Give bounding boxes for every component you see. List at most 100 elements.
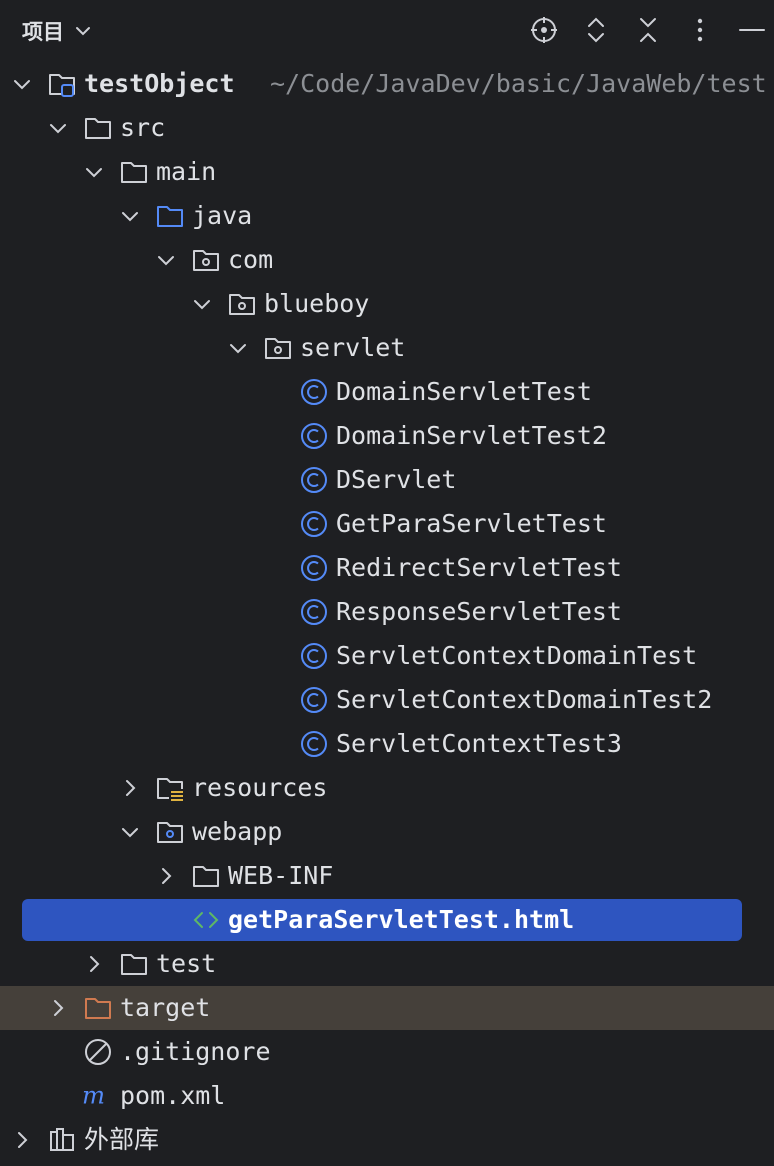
tree-node-servlet[interactable]: servlet [0,326,774,370]
tree-label-test: test [156,949,217,978]
resources-folder-icon [157,778,183,801]
java-class-icon [301,643,327,669]
java-class-icon [301,467,327,493]
chevron-down-icon[interactable] [48,118,68,138]
tree-node-class[interactable]: ServletContextDomainTest2 [0,678,774,722]
source-folder-icon [157,206,183,227]
html-file-icon [193,912,219,928]
tree-node-test[interactable]: test [0,942,774,986]
java-class-icon [301,599,327,625]
web-folder-icon [157,822,183,843]
ignore-file-icon [85,1039,111,1065]
chevron-down-icon[interactable] [12,74,32,94]
tree-label-java: java [192,201,253,230]
tree-label-class: RedirectServletTest [336,553,622,582]
chevron-down-icon[interactable] [84,162,104,182]
tree-label-gitignore: .gitignore [120,1037,271,1066]
tree-node-com[interactable]: com [0,238,774,282]
chevron-down-icon[interactable] [228,338,248,358]
project-tool-window: 项目 testObject ~/Code/JavaDev/basic/JavaW… [0,0,774,1166]
tree-label-external-libraries: 外部库 [84,1125,160,1154]
tree-node-pom[interactable]: m pom.xml [0,1074,774,1118]
tree-node-root[interactable]: testObject ~/Code/JavaDev/basic/JavaWeb/… [0,62,774,106]
folder-icon [193,866,219,887]
locate-icon[interactable] [528,14,560,46]
maven-icon: m [82,1082,105,1109]
project-tree: testObject ~/Code/JavaDev/basic/JavaWeb/… [0,62,774,1162]
excluded-folder-icon [85,998,111,1019]
hide-icon[interactable] [736,14,768,46]
java-class-icon [301,511,327,537]
project-view-selector[interactable]: 项目 [22,16,92,46]
tree-label-src: src [120,113,166,142]
folder-icon [121,162,147,183]
module-folder-icon [49,74,75,97]
tree-node-main[interactable]: main [0,150,774,194]
tree-node-class[interactable]: ServletContextDomainTest [0,634,774,678]
java-class-icon [301,555,327,581]
tree-label-class: ResponseServletTest [336,597,622,626]
tree-label-blueboy: blueboy [264,289,370,318]
chevron-down-icon[interactable] [192,294,212,314]
chevron-down-icon[interactable] [120,822,140,842]
tree-label-pom: pom.xml [120,1081,226,1110]
java-class-icon [301,379,327,405]
tree-node-class[interactable]: DServlet [0,458,774,502]
chevron-right-icon[interactable] [120,778,140,798]
tree-label-webapp: webapp [192,817,283,846]
tree-node-gitignore[interactable]: .gitignore [0,1030,774,1074]
chevron-right-icon[interactable] [48,998,68,1018]
tree-label-target: target [120,993,211,1022]
tree-node-resources[interactable]: resources [0,766,774,810]
project-header: 项目 [0,0,774,62]
tree-node-class[interactable]: DomainServletTest [0,370,774,414]
tree-root-path: ~/Code/JavaDev/basic/JavaWeb/test [270,69,767,98]
chevron-down-icon[interactable] [156,250,176,270]
tree-node-target[interactable]: target [0,986,774,1030]
chevron-right-icon[interactable] [156,866,176,886]
folder-icon [85,118,111,139]
tree-label-class: DomainServletTest2 [336,421,607,450]
tree-node-html-file[interactable]: getParaServletTest.html [0,898,774,942]
tree-node-java[interactable]: java [0,194,774,238]
library-icon [50,1128,74,1151]
package-icon [265,338,291,359]
project-title: 项目 [22,20,64,44]
chevron-right-icon[interactable] [12,1130,32,1150]
tree-node-web-inf[interactable]: WEB-INF [0,854,774,898]
tree-label-class: GetParaServletTest [336,509,607,538]
tree-node-webapp[interactable]: webapp [0,810,774,854]
tree-node-class[interactable]: RedirectServletTest [0,546,774,590]
folder-icon [121,954,147,975]
chevron-right-icon[interactable] [84,954,104,974]
chevron-down-icon[interactable] [120,206,140,226]
tree-label-class: ServletContextDomainTest2 [336,685,713,714]
tree-node-class[interactable]: DomainServletTest2 [0,414,774,458]
tree-node-class[interactable]: GetParaServletTest [0,502,774,546]
java-class-icon [301,687,327,713]
tree-label-root: testObject [84,69,235,98]
tree-label-class: ServletContextTest3 [336,729,622,758]
tree-node-src[interactable]: src [0,106,774,150]
java-class-icon [301,423,327,449]
tree-label-web-inf: WEB-INF [228,861,334,890]
chevron-down-icon [76,27,90,36]
tree-label-servlet: servlet [300,333,406,362]
tree-label-com: com [228,245,274,274]
tree-label-resources: resources [192,773,328,802]
tree-node-class[interactable]: ServletContextTest3 [0,722,774,766]
expand-all-icon[interactable] [580,14,612,46]
tree-node-blueboy[interactable]: blueboy [0,282,774,326]
tree-label-class: DomainServletTest [336,377,592,406]
package-icon [193,250,219,271]
collapse-all-icon[interactable] [632,14,664,46]
tree-label-class: DServlet [336,465,457,494]
svg-text:m: m [82,1082,105,1109]
tree-node-external-libraries[interactable]: 外部库 [0,1118,774,1162]
more-options-icon[interactable] [684,14,716,46]
tree-node-class[interactable]: ResponseServletTest [0,590,774,634]
package-icon [229,294,255,315]
tree-label-class: ServletContextDomainTest [336,641,698,670]
tree-label-html-file: getParaServletTest.html [228,905,575,934]
tree-label-main: main [156,157,217,186]
